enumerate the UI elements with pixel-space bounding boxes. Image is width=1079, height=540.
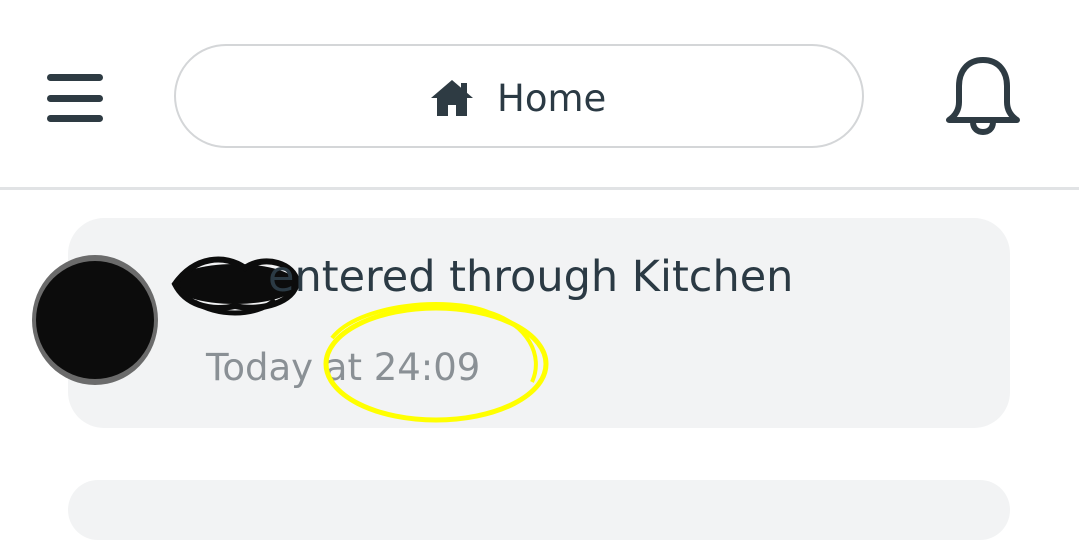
top-header: Home [0,0,1079,189]
avatar [32,255,158,385]
home-label: Home [497,76,607,120]
menu-button[interactable] [40,68,110,128]
avatar-redaction [36,261,154,379]
notification-title: entered through Kitchen [268,252,794,302]
bell-icon [946,57,1020,136]
hamburger-menu-icon-bar-bottom [47,115,103,122]
hamburger-menu-icon [47,74,103,81]
hamburger-menu-icon-bar-middle [47,95,103,102]
home-button[interactable]: Home [174,44,864,148]
notifications-button[interactable] [945,56,1021,136]
home-icon [431,80,473,116]
home-button-content: Home [431,75,606,121]
notification-card-next[interactable] [68,480,1010,540]
header-divider [0,187,1079,190]
highlight-circle-annotation [323,302,549,423]
